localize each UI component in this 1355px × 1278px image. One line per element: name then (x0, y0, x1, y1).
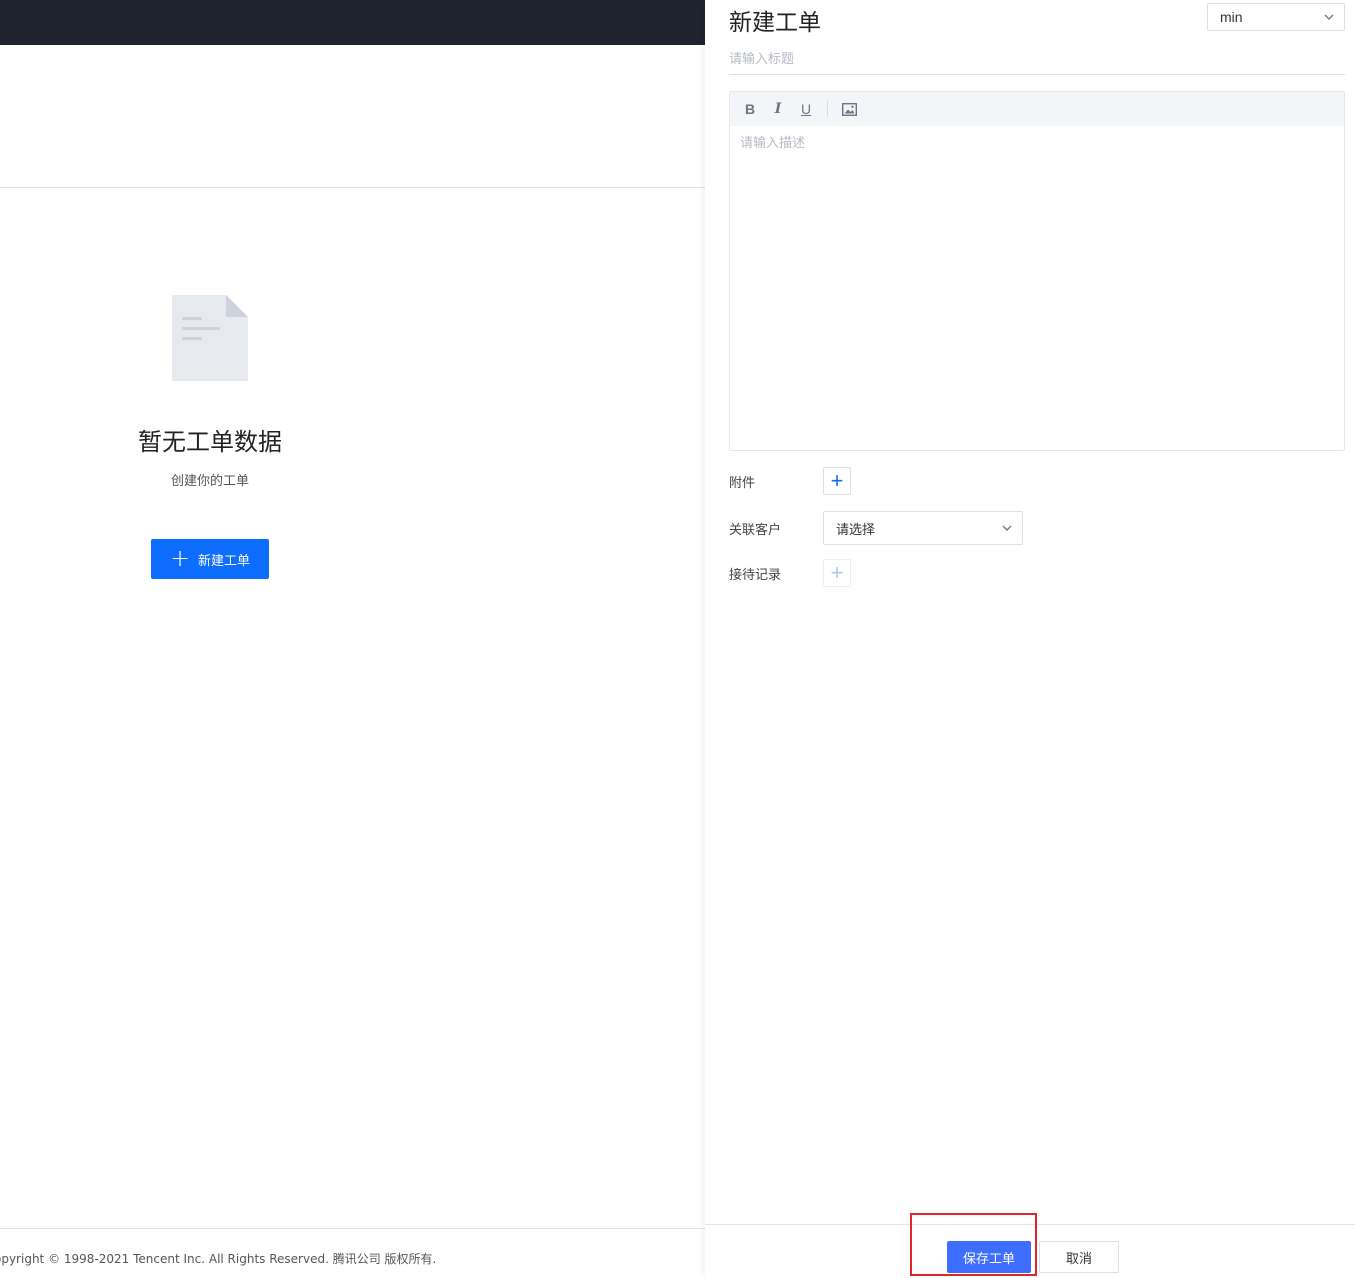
plus-icon: + (169, 544, 191, 572)
description-textarea[interactable] (730, 126, 1344, 450)
footer-divider (0, 1228, 705, 1229)
description-editor: B I U (729, 91, 1345, 451)
toolbar-separator (827, 101, 828, 117)
editor-toolbar: B I U (730, 92, 1344, 126)
image-icon (841, 102, 857, 116)
add-attachment-button[interactable]: + (823, 467, 851, 495)
insert-image-button[interactable] (839, 99, 859, 119)
attachment-label: 附件 (729, 475, 756, 491)
reception-label: 接待记录 (729, 567, 782, 583)
ticket-title-input[interactable] (729, 45, 1345, 75)
add-reception-button[interactable]: + (823, 559, 851, 587)
attachment-row: 附件 + (729, 467, 851, 495)
customer-label: 关联客户 (729, 522, 782, 538)
empty-state-subtitle: 创建你的工单 (170, 474, 249, 489)
drawer-title: 新建工单 (729, 10, 821, 36)
chevron-down-icon (1324, 14, 1334, 20)
bold-button[interactable]: B (740, 99, 760, 119)
ticket-type-select[interactable]: min (1207, 3, 1345, 31)
plus-icon: + (830, 560, 844, 585)
create-ticket-button[interactable]: + 新建工单 (151, 539, 269, 579)
save-ticket-button[interactable]: 保存工单 (947, 1241, 1031, 1273)
customer-row: 关联客户 请选择 (729, 511, 1023, 545)
customer-select-value: 请选择 (836, 522, 876, 538)
chevron-down-icon (1002, 525, 1012, 531)
drawer-footer-divider (705, 1224, 1355, 1225)
document-icon (172, 295, 248, 381)
top-navigation-bar (0, 0, 705, 45)
customer-select[interactable]: 请选择 (823, 511, 1023, 545)
ticket-type-value: min (1220, 9, 1243, 25)
empty-state-title: 暂无工单数据 (138, 428, 282, 456)
underline-button[interactable]: U (796, 99, 816, 119)
header-divider (0, 187, 705, 188)
reception-row: 接待记录 + (729, 559, 851, 587)
cancel-button[interactable]: 取消 (1039, 1241, 1119, 1273)
create-ticket-button-label: 新建工单 (198, 553, 251, 569)
main-page: 暂无工单数据 创建你的工单 + 新建工单 opyright © 1998-202… (0, 0, 705, 1278)
italic-button[interactable]: I (768, 99, 788, 119)
plus-icon: + (830, 468, 844, 493)
new-ticket-drawer: 新建工单 min B I U 附件 + 关 (705, 0, 1355, 1278)
copyright-text: opyright © 1998-2021 Tencent Inc. All Ri… (0, 1252, 437, 1266)
